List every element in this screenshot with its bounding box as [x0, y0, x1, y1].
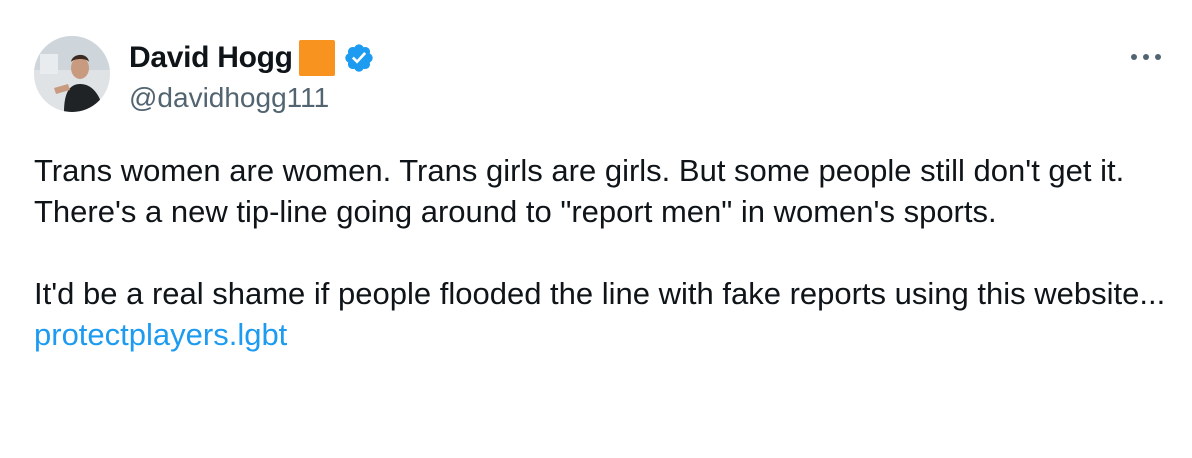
tweet-text: Trans women are women. Trans girls are g…: [34, 150, 1169, 355]
author-handle[interactable]: @davidhogg111: [129, 82, 329, 114]
tweet-paragraph-2: It'd be a real shame if people flooded t…: [34, 273, 1169, 355]
profile-photo-icon: [34, 36, 110, 112]
verified-badge-icon[interactable]: [343, 42, 375, 74]
tweet-card: David Hogg @davidhogg111 Trans women are…: [0, 0, 1192, 458]
author-display-name[interactable]: David Hogg: [129, 41, 293, 75]
tweet-paragraph-1: Trans women are women. Trans girls are g…: [34, 153, 1133, 229]
website-link[interactable]: protectplayers.lgbt: [34, 317, 287, 352]
more-horizontal-icon[interactable]: [1126, 44, 1166, 70]
tweet-paragraph-2-text: It'd be a real shame if people flooded t…: [34, 276, 1174, 311]
author-name-row: David Hogg: [129, 38, 375, 78]
avatar[interactable]: [34, 36, 110, 112]
affiliate-badge-icon[interactable]: [298, 40, 335, 76]
